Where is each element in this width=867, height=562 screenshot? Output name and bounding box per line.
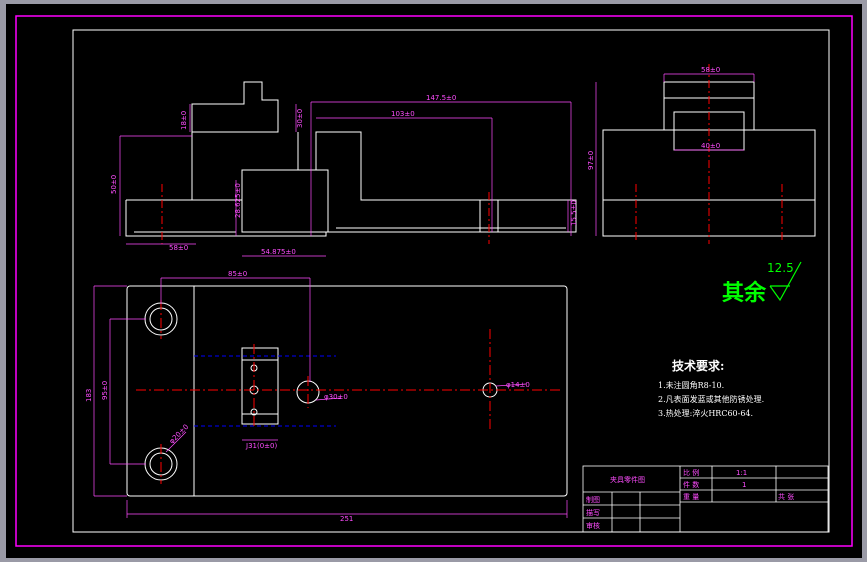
dim-103: 103±0 [391,110,415,118]
dim-147-5: 147.5±0 [426,94,456,102]
roughness-value: 12.5 [767,261,794,275]
dim-18: 18±0 [180,111,188,130]
roughness-label: 其余 [722,280,767,306]
front-view [125,81,577,237]
dim-phi30: φ30±0 [324,393,348,401]
top-hidden-lines [194,355,336,427]
dim-54-875: 54.875±0 [261,248,296,256]
dim-95: 95±0 [101,381,109,400]
dim-31: J31(0±0) [245,442,277,450]
tb-qty-value: 1 [742,481,746,489]
dim-251: 251 [340,515,353,523]
dim-85: 85±0 [228,270,247,278]
dim-phi20: φ20±0 [168,423,191,446]
dim-30: 30±0 [296,109,304,128]
drawing-canvas: 147.5±0 103±0 58±0 54.875±0 50±0 28.625±… [6,4,862,558]
side-centerlines [635,64,783,244]
tech-item-3: 3.热处理:淬火HRC60-64. [658,408,753,418]
dim-15-5: 15.5±0 [570,200,578,226]
roughness-symbol: 其余 12.5 [722,261,802,306]
tb-scale-value: 1:1 [736,469,747,477]
cad-drawing: 147.5±0 103±0 58±0 54.875±0 50±0 28.625±… [15,15,853,547]
tb-drawn-label: 制图 [586,495,600,504]
dim-58-left: 58±0 [169,244,188,252]
top-view [126,285,568,497]
dim-50: 50±0 [110,175,118,194]
tb-scale-label: 比 例 [683,468,699,477]
tb-weight-label: 重 量 [683,493,699,501]
tb-part-name: 夹具零件图 [610,475,645,484]
tech-requirements: 技术要求: 1.未注圆角R8-10. 2.凡表面发蓝或其他防锈处理. 3.热处理… [658,358,764,418]
tech-item-1: 1.未注圆角R8-10. [658,380,724,390]
tb-design-label: 描写 [586,508,600,517]
dim-40: 40±0 [701,142,720,150]
dim-97: 97±0 [587,151,595,170]
tech-title: 技术要求: [672,358,724,373]
tb-review-label: 审核 [586,521,600,530]
tb-sheet-label: 共 张 [778,492,794,501]
dim-58-top: 58±0 [701,66,720,74]
inner-border [72,29,830,533]
top-centerlines [136,300,561,484]
dim-28-625: 28.625±0 [234,183,242,218]
tech-item-2: 2.凡表面发蓝或其他防锈处理. [658,394,764,404]
dim-183: 183 [85,389,93,402]
tb-qty-label: 件 数 [683,480,699,489]
dim-phi14: φ14±0 [506,381,530,389]
